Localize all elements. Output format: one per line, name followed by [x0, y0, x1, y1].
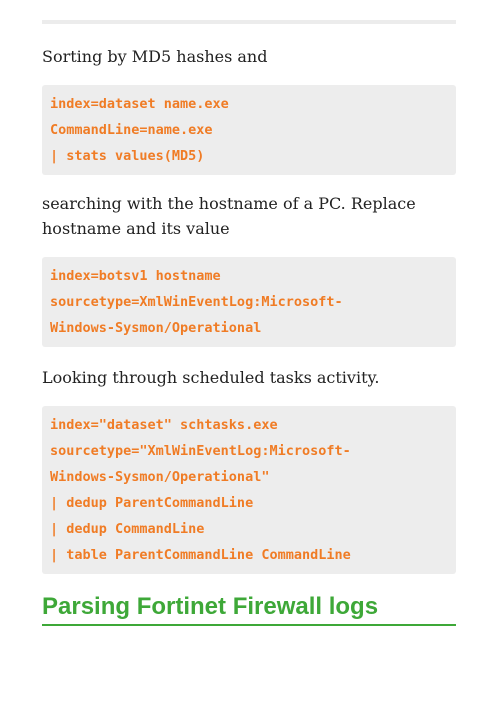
code-block-hostname: index=botsv1 hostname sourcetype=XmlWinE…: [42, 257, 456, 347]
code-line: CommandLine=name.exe: [50, 122, 213, 138]
code-line: | dedup CommandLine: [50, 521, 205, 537]
code-line: index="dataset" schtasks.exe: [50, 417, 278, 433]
code-line: index=botsv1 hostname: [50, 268, 221, 284]
code-line: index=dataset name.exe: [50, 96, 229, 112]
code-line: Windows-Sysmon/Operational: [50, 320, 262, 336]
code-block-md5: index=dataset name.exe CommandLine=name.…: [42, 85, 456, 175]
code-block-schtasks: index="dataset" schtasks.exe sourcetype=…: [42, 406, 456, 574]
code-line: Windows-Sysmon/Operational": [50, 469, 270, 485]
code-line: | dedup ParentCommandLine: [50, 495, 254, 511]
code-line: | stats values(MD5): [50, 148, 205, 164]
paragraph-scheduled-tasks: Looking through scheduled tasks activity…: [42, 368, 380, 387]
paragraph-md5-sorting: Sorting by MD5 hashes and: [42, 47, 268, 66]
top-divider: [42, 20, 456, 24]
section-heading: Parsing Fortinet Firewall logs: [42, 592, 456, 626]
code-line: sourcetype=XmlWinEventLog:Microsoft-: [50, 294, 343, 310]
article-content: Sorting by MD5 hashes and index=dataset …: [42, 44, 456, 626]
code-line: sourcetype="XmlWinEventLog:Microsoft-: [50, 443, 351, 459]
paragraph-hostname-search: searching with the hostname of a PC. Rep…: [42, 194, 416, 238]
code-line: | table ParentCommandLine CommandLine: [50, 547, 351, 563]
